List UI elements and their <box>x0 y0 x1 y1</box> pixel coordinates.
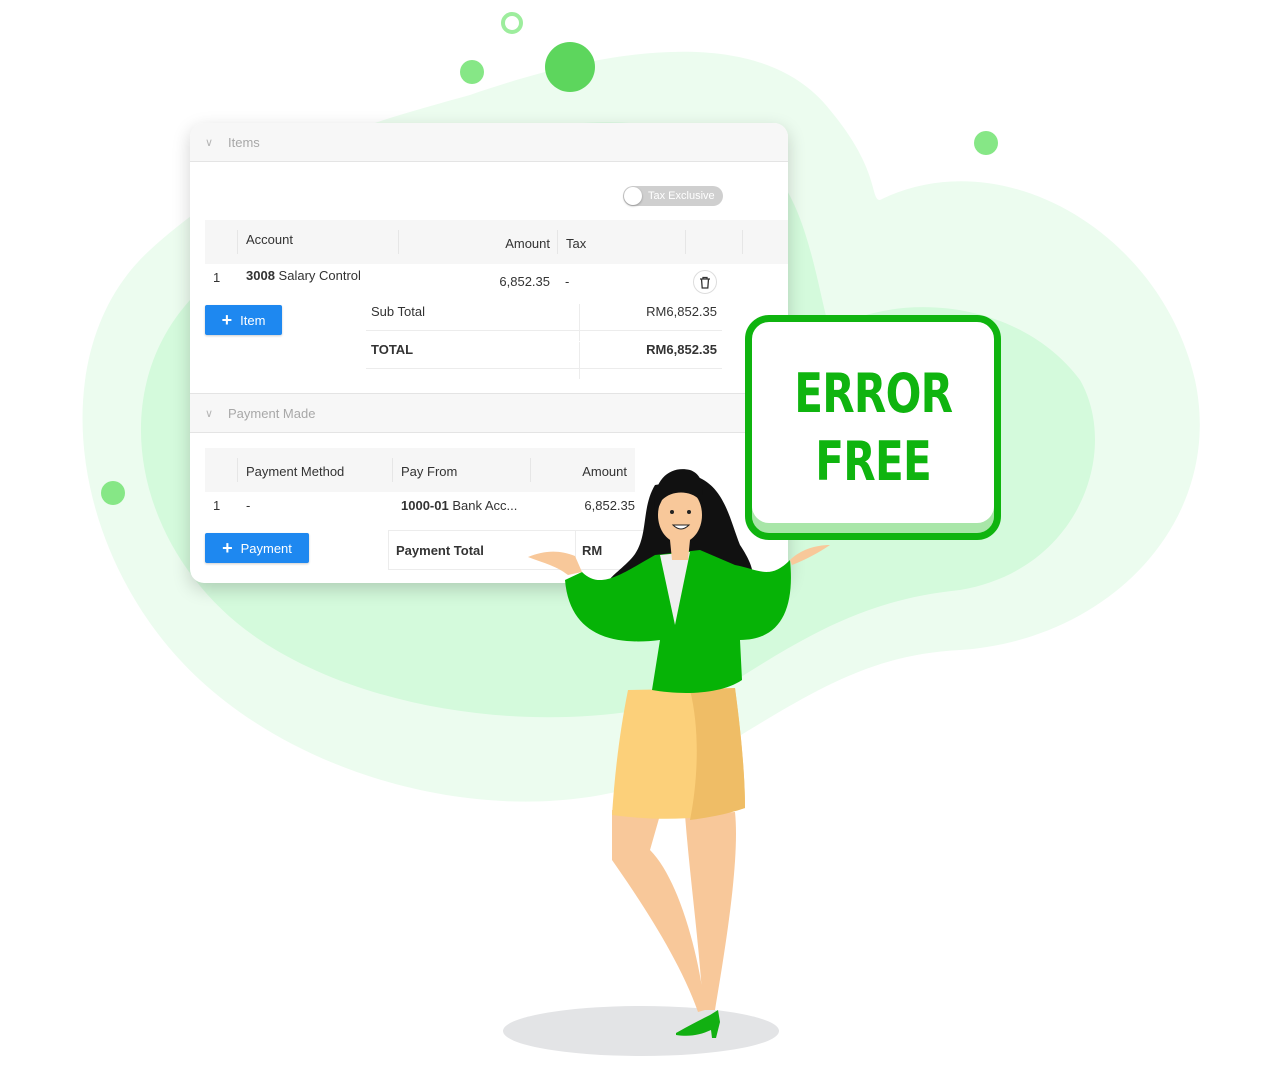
column-amount: Amount <box>505 236 550 251</box>
column-pay-from: Pay From <box>401 464 458 479</box>
hand-right <box>790 545 830 565</box>
add-item-button[interactable]: + Item <box>205 305 282 335</box>
row-tax: - <box>565 274 570 289</box>
woman-illustration <box>528 469 830 1038</box>
subtotal-row: Sub Total RM6,852.35 <box>366 293 722 341</box>
eye-right <box>687 510 691 514</box>
column-tax: Tax <box>566 236 587 251</box>
items-section-title: Items <box>228 134 260 150</box>
chevron-down-icon: ∨ <box>204 136 214 149</box>
add-payment-button[interactable]: + Payment <box>205 533 309 563</box>
decor-dot-small <box>460 60 484 84</box>
subtotal-value: RM6,852.35 <box>646 304 717 319</box>
row-index: 1 <box>213 498 221 513</box>
items-table-header: Account Amount Tax <box>205 220 788 264</box>
hand-left <box>528 551 582 575</box>
row-amount: 6,852.35 <box>499 274 550 289</box>
add-payment-label: Payment <box>240 540 292 556</box>
payment-section-title: Payment Made <box>228 405 316 421</box>
payment-total-label: Payment Total <box>396 543 484 558</box>
total-value: RM6,852.35 <box>646 342 717 357</box>
decor-dot-right <box>974 131 998 155</box>
skirt-shade <box>690 688 745 820</box>
sign-line-1: ERROR <box>793 361 953 425</box>
tax-exclusive-toggle[interactable]: Tax Exclusive <box>623 186 723 206</box>
total-row: TOTAL RM6,852.35 <box>366 331 722 379</box>
add-item-label: Item <box>240 312 266 328</box>
items-totals: Sub Total RM6,852.35 TOTAL RM6,852.35 <box>366 293 722 379</box>
items-section-header[interactable]: ∨ Items <box>190 123 788 162</box>
trash-icon <box>700 276 710 289</box>
subtotal-label: Sub Total <box>371 304 425 319</box>
plus-icon: + <box>221 310 233 330</box>
decor-ring <box>501 12 523 34</box>
plus-icon: + <box>222 538 233 558</box>
chevron-down-icon: ∨ <box>204 407 214 420</box>
pay-from-code: 1000-01 <box>401 498 449 513</box>
eye-left <box>670 510 674 514</box>
payment-section-header[interactable]: ∨ Payment Made <box>190 393 788 433</box>
shoe <box>676 1010 720 1038</box>
account-code: 3008 <box>246 268 275 283</box>
total-label: TOTAL <box>371 342 414 357</box>
row-index: 1 <box>213 270 221 285</box>
account-name: Salary Control <box>278 268 361 283</box>
payment-method: - <box>246 498 251 513</box>
delete-row-button[interactable] <box>693 270 717 294</box>
column-payment-method: Payment Method <box>246 464 345 479</box>
account-cell: 3008 Salary Control <box>246 268 361 283</box>
decor-dot-left <box>101 481 125 505</box>
column-account: Account <box>246 232 293 247</box>
toggle-knob <box>624 187 642 205</box>
tax-exclusive-label: Tax Exclusive <box>648 190 715 202</box>
decor-dot-large <box>545 42 595 92</box>
